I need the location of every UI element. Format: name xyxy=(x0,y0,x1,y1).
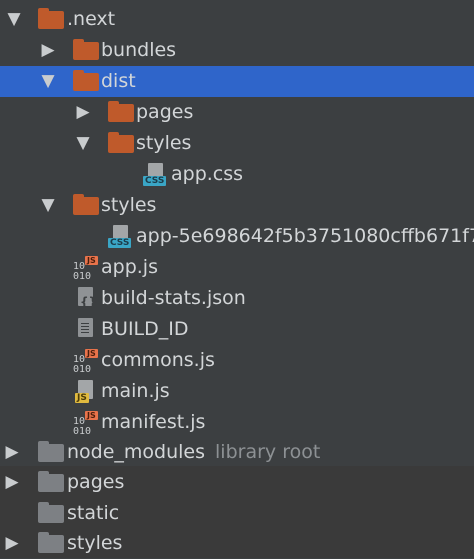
node-label: static xyxy=(67,502,120,524)
expanded-arrow-icon[interactable]: ▼ xyxy=(4,4,24,35)
tree-node-root-pages[interactable]: ▶ pages xyxy=(0,467,474,498)
node-label: node_modules library root xyxy=(67,437,320,468)
tree-node-root-styles[interactable]: ▶ styles xyxy=(0,528,474,559)
tree-node-node-modules[interactable]: ▶ node_modules library root xyxy=(0,437,474,469)
json-file-icon: {} xyxy=(71,283,101,314)
folder-icon xyxy=(71,66,101,97)
node-label: pages xyxy=(67,471,125,493)
text-file-icon xyxy=(71,314,101,345)
node-label: build-stats.json xyxy=(101,287,246,309)
collapsed-arrow-icon[interactable]: ▶ xyxy=(73,97,93,128)
collapsed-arrow-icon[interactable]: ▶ xyxy=(38,35,58,66)
project-tree: ▼ .next ▶ bundles ▼ dist ▶ pages ▼ style… xyxy=(0,0,474,558)
css-file-icon: CSS xyxy=(106,221,136,252)
tree-node-dist-pages[interactable]: ▶ pages xyxy=(0,97,474,128)
binary-js-file-icon: 10 010 JS xyxy=(73,256,98,282)
node-label: styles xyxy=(67,532,123,554)
collapsed-arrow-icon[interactable]: ▶ xyxy=(2,467,22,498)
tree-node-dist-styles[interactable]: ▼ styles xyxy=(0,128,474,159)
node-label: styles xyxy=(136,132,192,154)
node-label: BUILD_ID xyxy=(101,318,189,340)
js-file-icon: JS xyxy=(71,376,101,407)
library-root-hint: library root xyxy=(215,441,321,463)
folder-icon xyxy=(36,498,66,529)
node-label: manifest.js xyxy=(101,411,206,433)
folder-icon xyxy=(71,35,101,66)
binary-js-file-icon: 10 010 JS xyxy=(73,349,98,375)
tree-node-next[interactable]: ▼ .next xyxy=(0,4,474,35)
folder-icon xyxy=(71,190,101,221)
node-label: styles xyxy=(101,194,157,216)
collapsed-arrow-icon[interactable]: ▶ xyxy=(2,437,22,468)
node-label: bundles xyxy=(101,39,177,61)
tree-node-commons-js[interactable]: 10 010 JS commons.js xyxy=(0,345,474,376)
node-label: main.js xyxy=(101,380,170,402)
tree-node-manifest-js[interactable]: 10 010 JS manifest.js xyxy=(0,407,474,438)
tree-node-app-hash-css[interactable]: CSS app-5e698642f5b3751080cffb671f7 xyxy=(0,221,474,252)
folder-icon xyxy=(106,97,136,128)
folder-icon xyxy=(36,4,66,35)
tree-node-main-js[interactable]: JS main.js xyxy=(0,376,474,407)
expanded-arrow-icon[interactable]: ▼ xyxy=(38,190,58,221)
node-label: commons.js xyxy=(101,349,215,371)
collapsed-arrow-icon[interactable]: ▶ xyxy=(2,528,22,559)
tree-node-next-styles[interactable]: ▼ styles xyxy=(0,190,474,221)
node-label: dist xyxy=(101,70,136,92)
tree-node-build-stats-json[interactable]: {} build-stats.json xyxy=(0,283,474,314)
folder-icon xyxy=(36,528,66,559)
node-label: pages xyxy=(136,101,194,123)
expanded-arrow-icon[interactable]: ▼ xyxy=(73,128,93,159)
folder-icon xyxy=(36,437,66,468)
node-label: app-5e698642f5b3751080cffb671f7 xyxy=(136,225,474,247)
expanded-arrow-icon[interactable]: ▼ xyxy=(38,66,58,97)
tree-node-build-id[interactable]: BUILD_ID xyxy=(0,314,474,345)
tree-node-app-js[interactable]: 10 010 JS app.js xyxy=(0,252,474,283)
node-modules-name: node_modules xyxy=(67,441,206,463)
tree-node-bundles[interactable]: ▶ bundles xyxy=(0,35,474,66)
tree-node-app-css[interactable]: CSS app.css xyxy=(0,159,474,190)
css-file-icon: CSS xyxy=(141,159,171,190)
folder-icon xyxy=(36,467,66,498)
folder-icon xyxy=(106,128,136,159)
node-label: app.js xyxy=(101,256,158,278)
node-label: .next xyxy=(67,8,116,30)
binary-js-file-icon: 10 010 JS xyxy=(73,411,98,437)
node-label: app.css xyxy=(171,163,244,185)
tree-node-dist[interactable]: ▼ dist xyxy=(0,66,474,97)
tree-node-static[interactable]: static xyxy=(0,498,474,529)
